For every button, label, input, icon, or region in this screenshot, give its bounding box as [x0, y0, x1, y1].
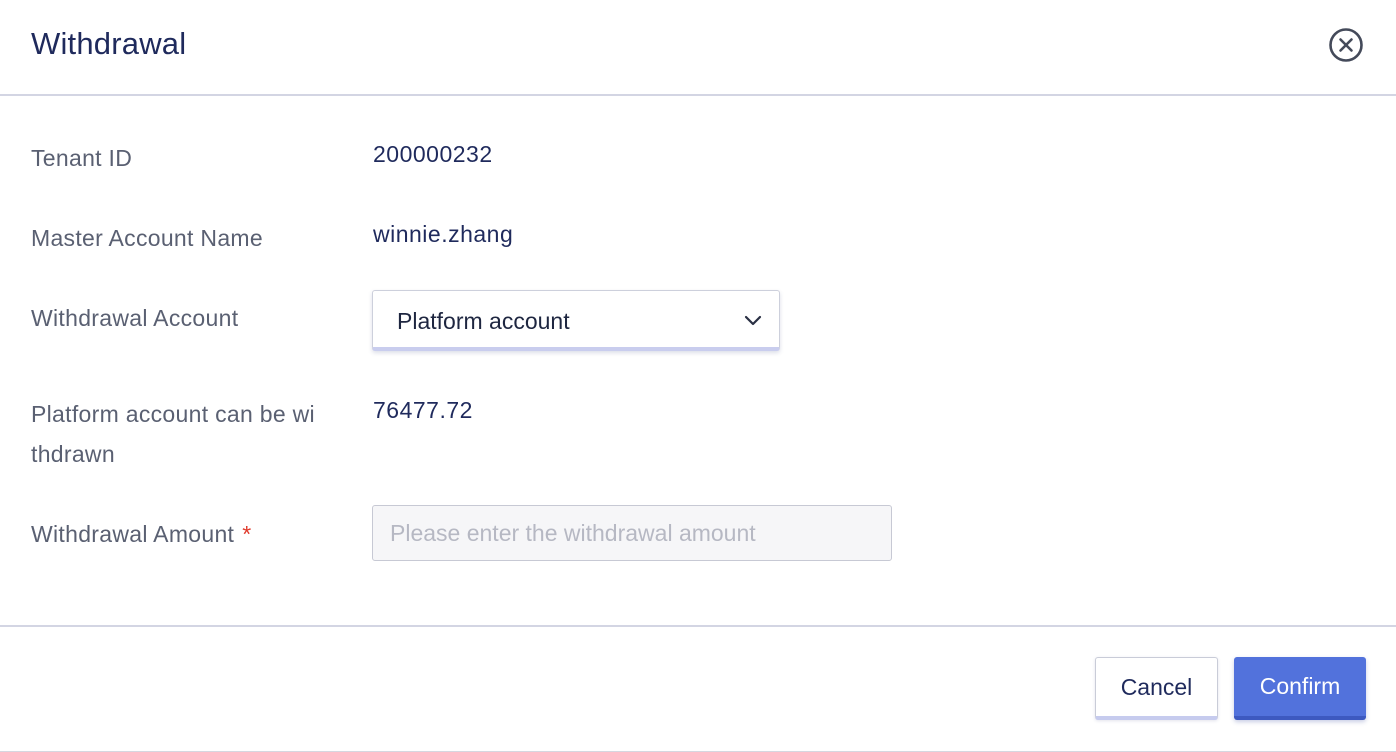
withdrawal-dialog: Withdrawal Tenant ID 200000232 Master Ac…	[0, 0, 1396, 752]
withdrawable-value: 76477.72	[373, 397, 473, 423]
footer-divider	[0, 625, 1396, 627]
close-circle-icon	[1329, 28, 1363, 62]
chevron-down-icon	[744, 315, 762, 326]
required-mark: *	[242, 521, 252, 547]
dialog-title: Withdrawal	[31, 26, 187, 61]
withdrawal-amount-label-text: Withdrawal Amount	[31, 521, 235, 547]
close-button[interactable]	[1327, 26, 1365, 64]
cancel-button[interactable]: Cancel	[1095, 657, 1218, 720]
master-account-name-value: winnie.zhang	[373, 221, 514, 247]
withdrawable-label: Platform account can be wi thdrawn	[31, 394, 315, 474]
withdrawal-account-select[interactable]: Platform account	[372, 290, 780, 351]
confirm-button[interactable]: Confirm	[1234, 657, 1366, 720]
master-account-name-label: Master Account Name	[31, 225, 263, 251]
withdrawal-amount-input[interactable]	[372, 505, 892, 561]
withdrawable-label-line2: thdrawn	[31, 441, 115, 467]
withdrawal-amount-label: Withdrawal Amount *	[31, 514, 252, 554]
tenant-id-label: Tenant ID	[31, 145, 133, 171]
withdrawal-account-selected-value: Platform account	[397, 308, 570, 334]
withdrawable-label-line1: Platform account can be wi	[31, 401, 315, 427]
dialog-header: Withdrawal	[0, 0, 1396, 96]
withdrawal-account-label: Withdrawal Account	[31, 305, 239, 331]
tenant-id-value: 200000232	[373, 141, 493, 167]
